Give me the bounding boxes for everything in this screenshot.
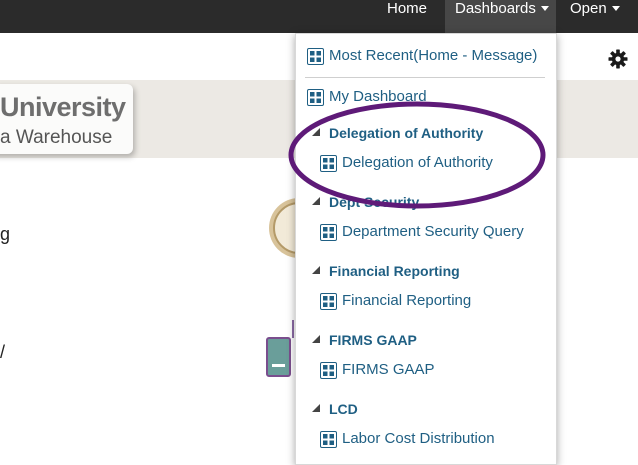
- seal-graphic: [269, 198, 298, 258]
- dashboard-icon: [320, 362, 337, 379]
- dashboard-icon: [320, 431, 337, 448]
- menu-group-label: FIRMS GAAP: [329, 332, 417, 348]
- device-graphic: [266, 320, 294, 377]
- menu-item-label: Financial Reporting: [342, 292, 472, 309]
- menu-group-label: LCD: [329, 401, 358, 417]
- expanded-triangle-icon: [312, 404, 320, 412]
- partial-text: /: [0, 342, 6, 362]
- nav-open[interactable]: Open: [570, 0, 638, 33]
- dashboard-icon: [307, 89, 324, 106]
- dashboard-icon: [307, 48, 324, 65]
- chevron-down-icon: [540, 6, 549, 11]
- menu-item-label: Labor Cost Distribution: [342, 430, 495, 447]
- logo-subtitle: a Warehouse: [0, 127, 113, 148]
- menu-group-label: Financial Reporting: [329, 263, 460, 279]
- menu-group-label: Dept Security: [329, 194, 420, 210]
- nav-dashboards[interactable]: Dashboards: [445, 0, 556, 33]
- top-nav-bar: Home Dashboards Open: [0, 0, 638, 33]
- menu-item-label: Most Recent(Home - Message): [329, 47, 538, 64]
- menu-item-label: Department Security Query: [342, 223, 524, 240]
- menu-item-label: My Dashboard: [329, 88, 427, 105]
- dashboard-icon: [320, 293, 337, 310]
- expanded-triangle-icon: [312, 197, 320, 205]
- nav-home[interactable]: Home: [387, 0, 437, 33]
- dashboard-icon: [320, 224, 337, 241]
- dashboard-icon: [320, 155, 337, 172]
- expanded-triangle-icon: [312, 128, 320, 136]
- partial-text: g: [0, 224, 11, 244]
- nav-open-label: Open: [570, 0, 607, 17]
- nav-home-label: Home: [387, 0, 428, 17]
- menu-item-label: FIRMS GAAP: [342, 361, 435, 378]
- expanded-triangle-icon: [312, 335, 320, 343]
- logo-title: University: [0, 92, 126, 122]
- gear-icon[interactable]: [608, 49, 628, 69]
- nav-dashboards-label: Dashboards: [455, 0, 536, 17]
- menu-group-label: Delegation of Authority: [329, 125, 484, 141]
- expanded-triangle-icon: [312, 266, 320, 274]
- menu-separator: [305, 77, 545, 78]
- menu-item-label: Delegation of Authority: [342, 154, 493, 171]
- chevron-down-icon: [611, 6, 620, 11]
